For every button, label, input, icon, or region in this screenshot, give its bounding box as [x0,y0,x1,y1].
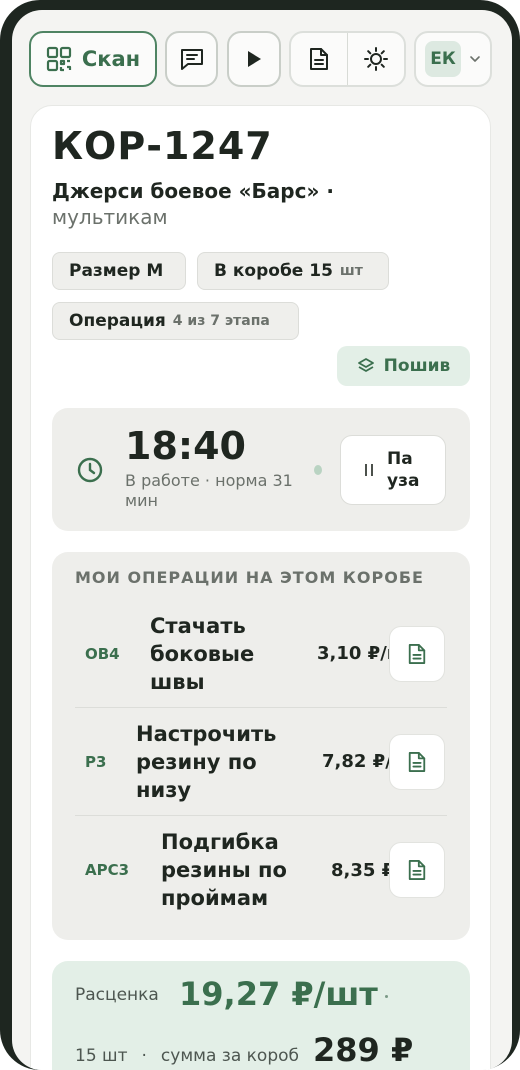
product-title: Джерси боевое «Барс» · мультикам [52,178,472,230]
document-theme-group [289,31,406,87]
operation-document-button[interactable] [389,626,445,682]
box-quantity-chip: В коробе 15 шт [197,252,389,290]
play-icon [248,51,261,67]
operation-price: 7,82 ₽/шт [322,751,389,772]
layers-icon [357,358,374,372]
device-frame: Скан ЕК КОР-1247 Джерси боевое «Барс» · … [0,0,520,1070]
operation-name: Подгибка резины по проймам [161,830,287,910]
avatar: ЕК [425,41,461,77]
operation-row[interactable]: АРС3 Подгибка резины по проймам 8,35 ₽/ш… [75,816,447,924]
pause-button[interactable]: Пауза [340,435,446,505]
operation-row[interactable]: ОВ4 Стачать боковые швы 3,10 ₽/шт [75,600,447,708]
stage-label: Пошив [383,356,451,376]
operation-name: Настрочить резину по низу [136,721,277,802]
operation-code: ОВ4 [85,644,120,663]
play-button[interactable] [227,31,281,87]
pause-button-label: Пауза [387,449,420,491]
rate-separator-dot [385,995,388,998]
operation-document-button[interactable] [389,734,445,790]
operation-chip-label: Операция [69,311,166,331]
theme-toggle-button[interactable] [348,33,404,85]
document-icon [408,860,426,880]
app-screen: Скан ЕК КОР-1247 Джерси боевое «Барс» · … [12,10,512,1070]
sum-separator: · [141,1046,147,1066]
document-icon [408,644,426,664]
status-dot [314,465,322,475]
operation-price: 8,35 ₽/шт [331,859,389,881]
pause-icon [365,464,373,476]
box-chip-unit: шт [339,263,363,279]
scan-button[interactable]: Скан [29,31,157,87]
product-variant: мультикам [52,205,168,229]
operation-name: Стачать боковые швы [150,613,255,694]
timer-status: В работе · норма 31 мин [125,471,293,510]
box-chip-label: В коробе 15 [214,261,333,281]
sun-icon [364,47,388,71]
operations-title: МОИ ОПЕРАЦИИ НА ЭТОМ КОРОБЕ [75,568,424,587]
operation-price: 3,10 ₽/шт [317,643,389,664]
document-button[interactable] [291,33,347,85]
sum-value: 289 ₽ [313,1031,414,1069]
order-card: КОР-1247 Джерси боевое «Барс» · мультика… [30,105,491,1070]
timer-value: 18:40 [125,424,246,468]
operation-code: АРС3 [85,861,130,879]
operations-panel: МОИ ОПЕРАЦИИ НА ЭТОМ КОРОБЕ ОВ4 Стачать … [52,552,470,940]
top-toolbar: Скан ЕК [29,31,509,89]
rate-panel: Расценка 19,27 ₽/шт 15 шт · сумма за кор… [52,961,470,1070]
timer-panel: 18:40 В работе · норма 31 мин Пауза [52,408,470,531]
operation-row[interactable]: Р3 Настрочить резину по низу 7,82 ₽/шт [75,708,447,816]
order-code: КОР-1247 [52,124,273,168]
qr-scan-icon [46,46,71,72]
chat-icon [180,49,203,70]
size-chip-label: Размер M [69,261,164,281]
product-name: Джерси боевое «Барс» · [52,179,334,203]
operation-document-button[interactable] [389,842,445,898]
user-menu-button[interactable]: ЕК [414,31,492,87]
chat-button[interactable] [165,31,218,87]
size-chip: Размер M [52,252,186,290]
operation-code: Р3 [85,752,107,771]
rate-label: Расценка [75,985,159,1005]
box-quantity: 15 шт [75,1046,128,1066]
clock-icon [77,457,103,483]
scan-button-label: Скан [81,47,141,71]
box-sum-row: 15 шт · сумма за короб 289 ₽ [75,1031,413,1069]
operation-chip: Операция 4 из 7 этапа [52,302,299,340]
operation-chip-progress: 4 из 7 этапа [172,313,270,329]
document-icon [408,752,426,772]
stage-badge[interactable]: Пошив [337,346,470,386]
document-icon [310,48,328,70]
chevron-down-icon [470,56,480,62]
sum-label: сумма за короб [160,1046,299,1066]
rate-value: 19,27 ₽/шт [179,975,378,1013]
